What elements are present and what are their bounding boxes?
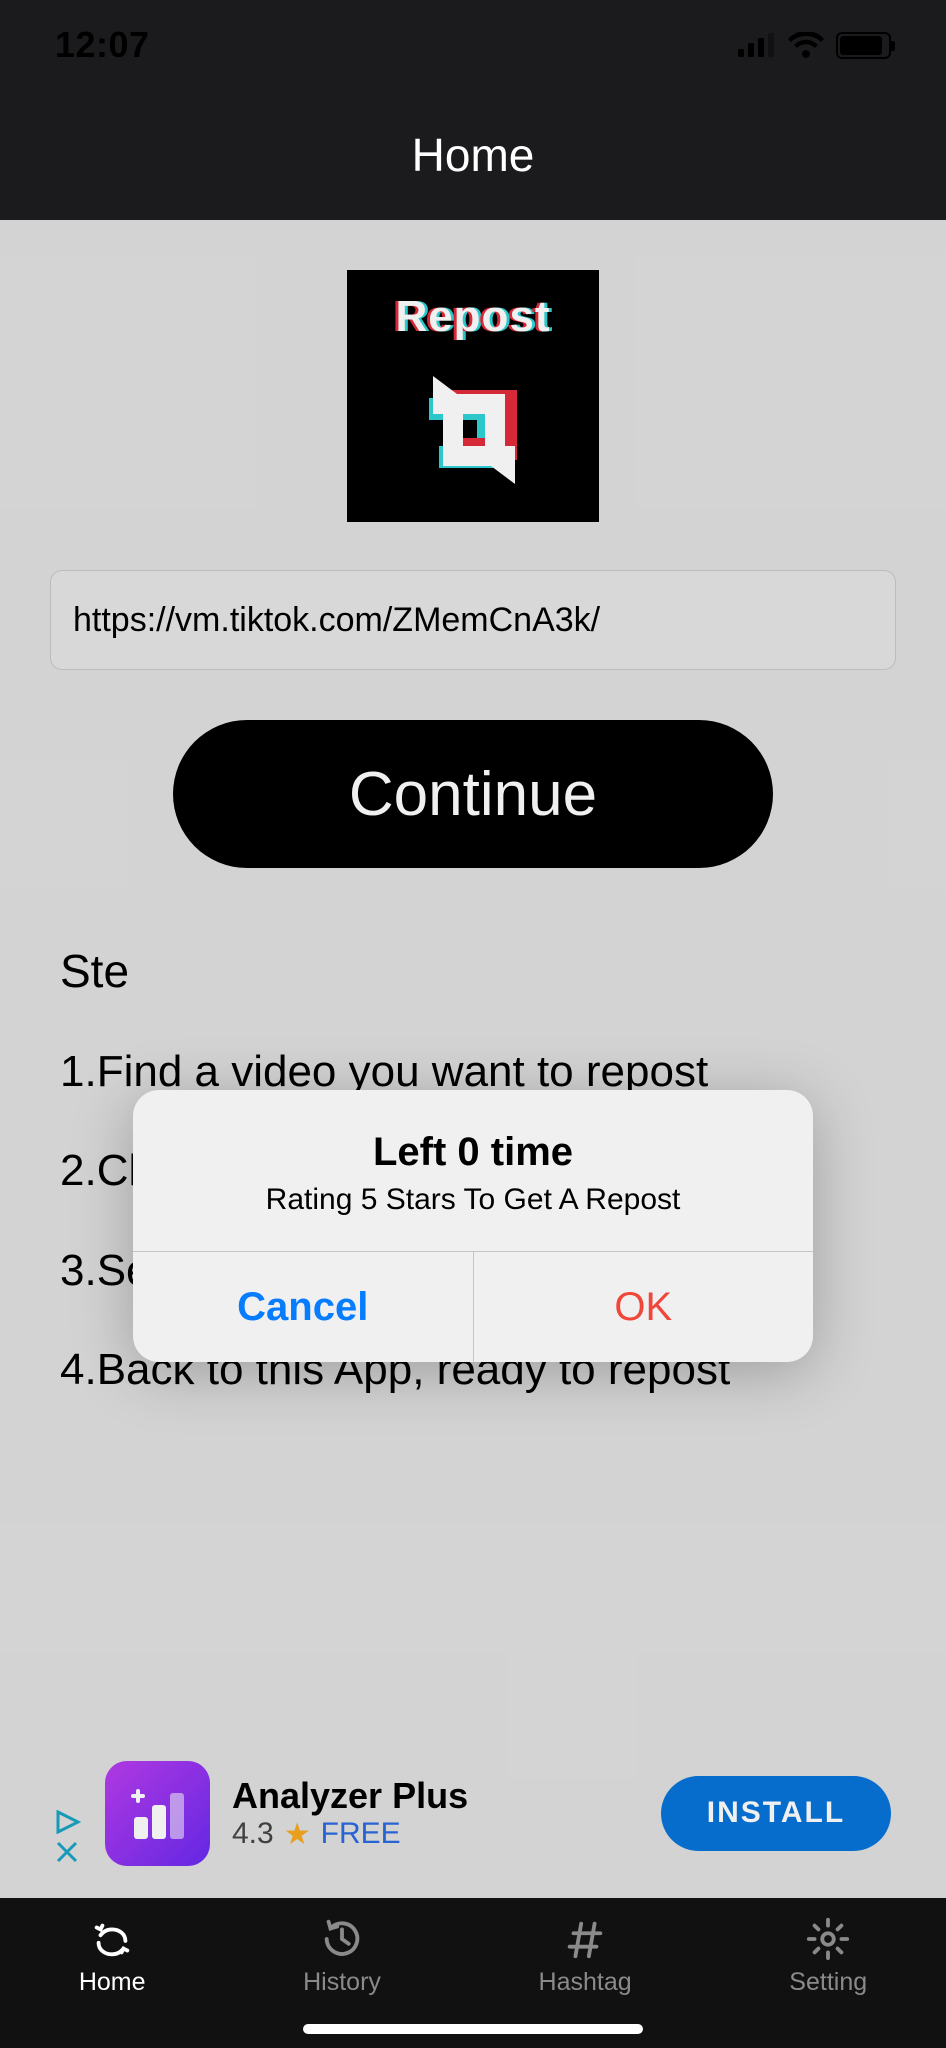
tab-hashtag[interactable]: Hashtag xyxy=(539,1916,632,1997)
status-bar: 12:07 xyxy=(0,0,946,90)
alert-cancel-label: Cancel xyxy=(237,1285,368,1329)
history-icon xyxy=(319,1916,365,1962)
wifi-icon xyxy=(788,32,824,58)
content-area: Repost xyxy=(0,220,946,1898)
tab-hashtag-label: Hashtag xyxy=(539,1968,632,1997)
repost-tab-icon xyxy=(89,1916,135,1962)
tab-setting[interactable]: Setting xyxy=(789,1916,867,1997)
page-title: Home xyxy=(412,128,535,182)
home-indicator[interactable] xyxy=(303,2024,643,2034)
alert-ok-button[interactable]: OK xyxy=(474,1252,814,1362)
modal-backdrop[interactable] xyxy=(0,220,946,1898)
alert-ok-label: OK xyxy=(614,1285,672,1329)
alert-message: Rating 5 Stars To Get A Repost xyxy=(163,1183,783,1217)
tab-home-label: Home xyxy=(79,1968,146,1997)
cell-signal-icon xyxy=(738,33,776,57)
tab-history-label: History xyxy=(303,1968,381,1997)
tab-home[interactable]: Home xyxy=(79,1916,146,1997)
nav-bar: Home xyxy=(0,90,946,220)
app-screen: 12:07 Home Repost xyxy=(0,0,946,2048)
status-time: 12:07 xyxy=(55,24,150,66)
alert-title: Left 0 time xyxy=(163,1130,783,1175)
gear-icon xyxy=(805,1916,851,1962)
tab-history[interactable]: History xyxy=(303,1916,381,1997)
tab-setting-label: Setting xyxy=(789,1968,867,1997)
rating-alert: Left 0 time Rating 5 Stars To Get A Repo… xyxy=(133,1090,813,1362)
status-right-icons xyxy=(738,32,891,59)
hashtag-icon xyxy=(562,1916,608,1962)
alert-cancel-button[interactable]: Cancel xyxy=(133,1252,474,1362)
battery-icon xyxy=(836,32,891,59)
